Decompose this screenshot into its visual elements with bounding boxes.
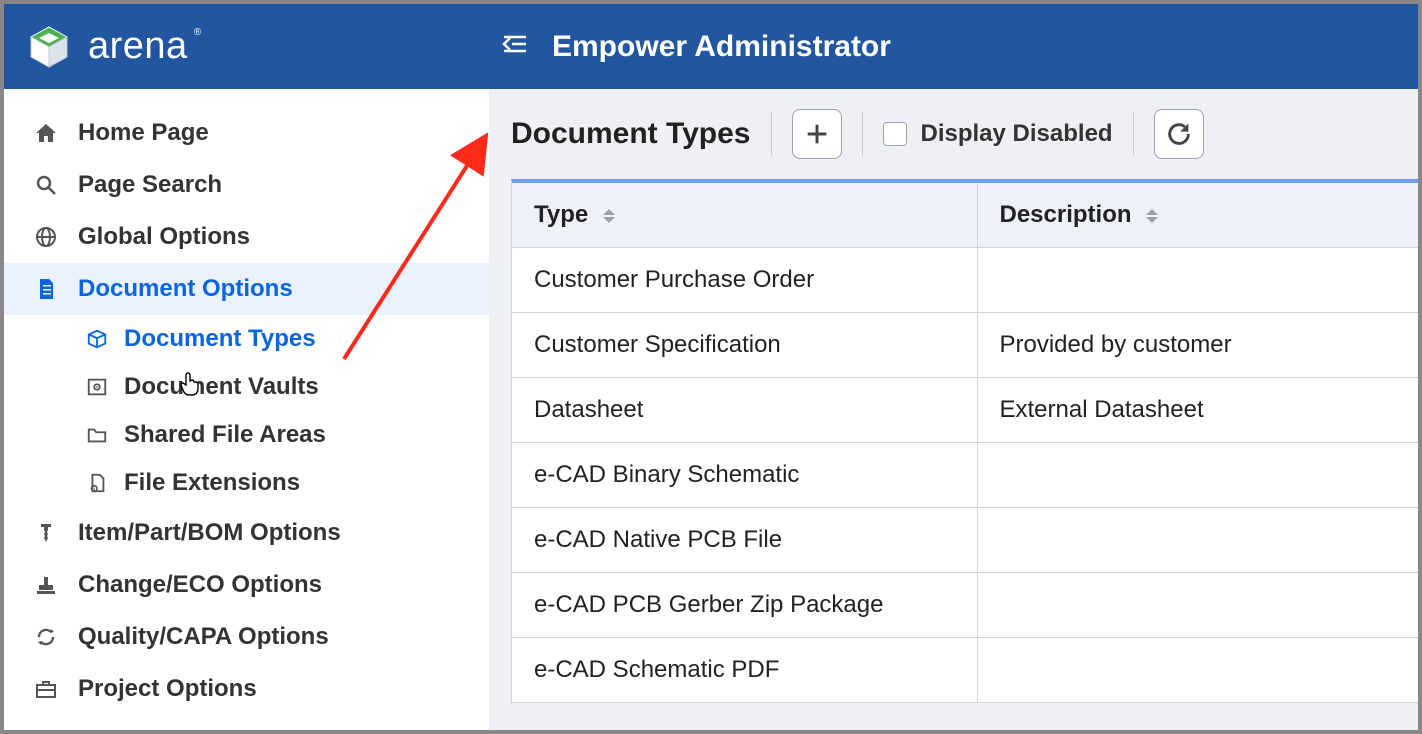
sidebar-item-home[interactable]: Home Page [4, 107, 489, 159]
sidebar-item-label: Global Options [78, 223, 250, 251]
page-title: Document Types [511, 117, 751, 151]
column-header-description[interactable]: Description [977, 183, 1418, 248]
divider [771, 112, 772, 156]
page-header: Document Types Display Disabled [489, 89, 1418, 179]
sidebar-subitem-document-vaults[interactable]: Document Vaults [64, 363, 489, 411]
sort-icon [1146, 209, 1158, 223]
svg-text:i: i [94, 486, 95, 491]
cell-description [977, 638, 1418, 703]
sidebar-item-label: Item/Part/BOM Options [78, 519, 341, 547]
toggle-sidebar-button[interactable] [494, 27, 534, 67]
display-disabled-label: Display Disabled [921, 120, 1113, 148]
sidebar-item-label: Quality/CAPA Options [78, 623, 329, 651]
cycle-icon [32, 623, 60, 651]
cell-description [977, 248, 1418, 313]
sidebar-item-global-options[interactable]: Global Options [4, 211, 489, 263]
brand-block: arena ® [24, 22, 494, 72]
table-row[interactable]: e-CAD Native PCB File [512, 508, 1418, 573]
sidebar-item-label: Home Page [78, 119, 209, 147]
sidebar-item-label: Change/ECO Options [78, 571, 322, 599]
trademark-icon: ® [194, 27, 201, 38]
cell-type: e-CAD Native PCB File [512, 508, 977, 573]
divider [1133, 112, 1134, 156]
cell-description [977, 573, 1418, 638]
column-header-label: Description [1000, 201, 1132, 228]
file-info-icon: i [84, 470, 110, 496]
refresh-icon [1165, 120, 1193, 148]
cell-description: Provided by customer [977, 313, 1418, 378]
cell-description [977, 508, 1418, 573]
sidebar-item-label: Project Options [78, 675, 257, 703]
sidebar-subitem-label: Shared File Areas [124, 421, 326, 449]
sidebar-item-project-options[interactable]: Project Options [4, 663, 489, 715]
table-row[interactable]: e-CAD PCB Gerber Zip Package [512, 573, 1418, 638]
cell-type: e-CAD Schematic PDF [512, 638, 977, 703]
sidebar-subitem-label: Document Types [124, 325, 316, 353]
sidebar-item-change-eco-options[interactable]: Change/ECO Options [4, 559, 489, 611]
sidebar-item-label: Document Options [78, 275, 293, 303]
document-icon [32, 275, 60, 303]
folder-icon [84, 422, 110, 448]
document-types-table: Type Description Customer Purchase Order… [511, 179, 1418, 703]
sidebar-item-document-options[interactable]: Document Options [4, 263, 489, 315]
sidebar-item-page-search[interactable]: Page Search [4, 159, 489, 211]
cell-type: Customer Specification [512, 313, 977, 378]
stamp-icon [32, 571, 60, 599]
document-options-subitems: Document Types Document Vaults Shared Fi… [4, 315, 489, 507]
sidebar-subitem-file-extensions[interactable]: i File Extensions [64, 459, 489, 507]
display-disabled-toggle[interactable]: Display Disabled [883, 120, 1113, 148]
sidebar-subitem-label: Document Vaults [124, 373, 319, 401]
sidebar-item-label: Page Search [78, 171, 222, 199]
table-row[interactable]: Customer Purchase Order [512, 248, 1418, 313]
cell-description: External Datasheet [977, 378, 1418, 443]
add-button[interactable] [792, 109, 842, 159]
sidebar-item-quality-capa-options[interactable]: Quality/CAPA Options [4, 611, 489, 663]
table-row[interactable]: DatasheetExternal Datasheet [512, 378, 1418, 443]
column-header-type[interactable]: Type [512, 183, 977, 248]
home-icon [32, 119, 60, 147]
plus-icon [803, 120, 831, 148]
globe-icon [32, 223, 60, 251]
cell-type: Datasheet [512, 378, 977, 443]
sidebar-item-item-part-bom-options[interactable]: Item/Part/BOM Options [4, 507, 489, 559]
divider [862, 112, 863, 156]
sidebar: Home Page Page Search Global Options Doc… [4, 89, 489, 730]
app-title: Empower Administrator [552, 30, 891, 64]
cell-description [977, 443, 1418, 508]
refresh-button[interactable] [1154, 109, 1204, 159]
brand-name: arena [88, 25, 188, 68]
menu-collapse-icon [500, 33, 528, 61]
briefcase-icon [32, 675, 60, 703]
sidebar-subitem-label: File Extensions [124, 469, 300, 497]
sidebar-subitem-shared-file-areas[interactable]: Shared File Areas [64, 411, 489, 459]
checkbox-icon[interactable] [883, 122, 907, 146]
vault-icon [84, 374, 110, 400]
table-row[interactable]: Customer SpecificationProvided by custom… [512, 313, 1418, 378]
cell-type: Customer Purchase Order [512, 248, 977, 313]
top-bar: arena ® Empower Administrator [4, 4, 1418, 89]
search-icon [32, 171, 60, 199]
main-panel: Document Types Display Disabled [489, 89, 1418, 730]
sidebar-subitem-document-types[interactable]: Document Types [64, 315, 489, 363]
table-header-row: Type Description [512, 183, 1418, 248]
cell-type: e-CAD PCB Gerber Zip Package [512, 573, 977, 638]
screw-icon [32, 519, 60, 547]
brand-logo-icon [24, 22, 74, 72]
cell-type: e-CAD Binary Schematic [512, 443, 977, 508]
table-row[interactable]: e-CAD Schematic PDF [512, 638, 1418, 703]
table-row[interactable]: e-CAD Binary Schematic [512, 443, 1418, 508]
sort-icon [603, 209, 615, 223]
column-header-label: Type [534, 201, 588, 228]
box-icon [84, 326, 110, 352]
